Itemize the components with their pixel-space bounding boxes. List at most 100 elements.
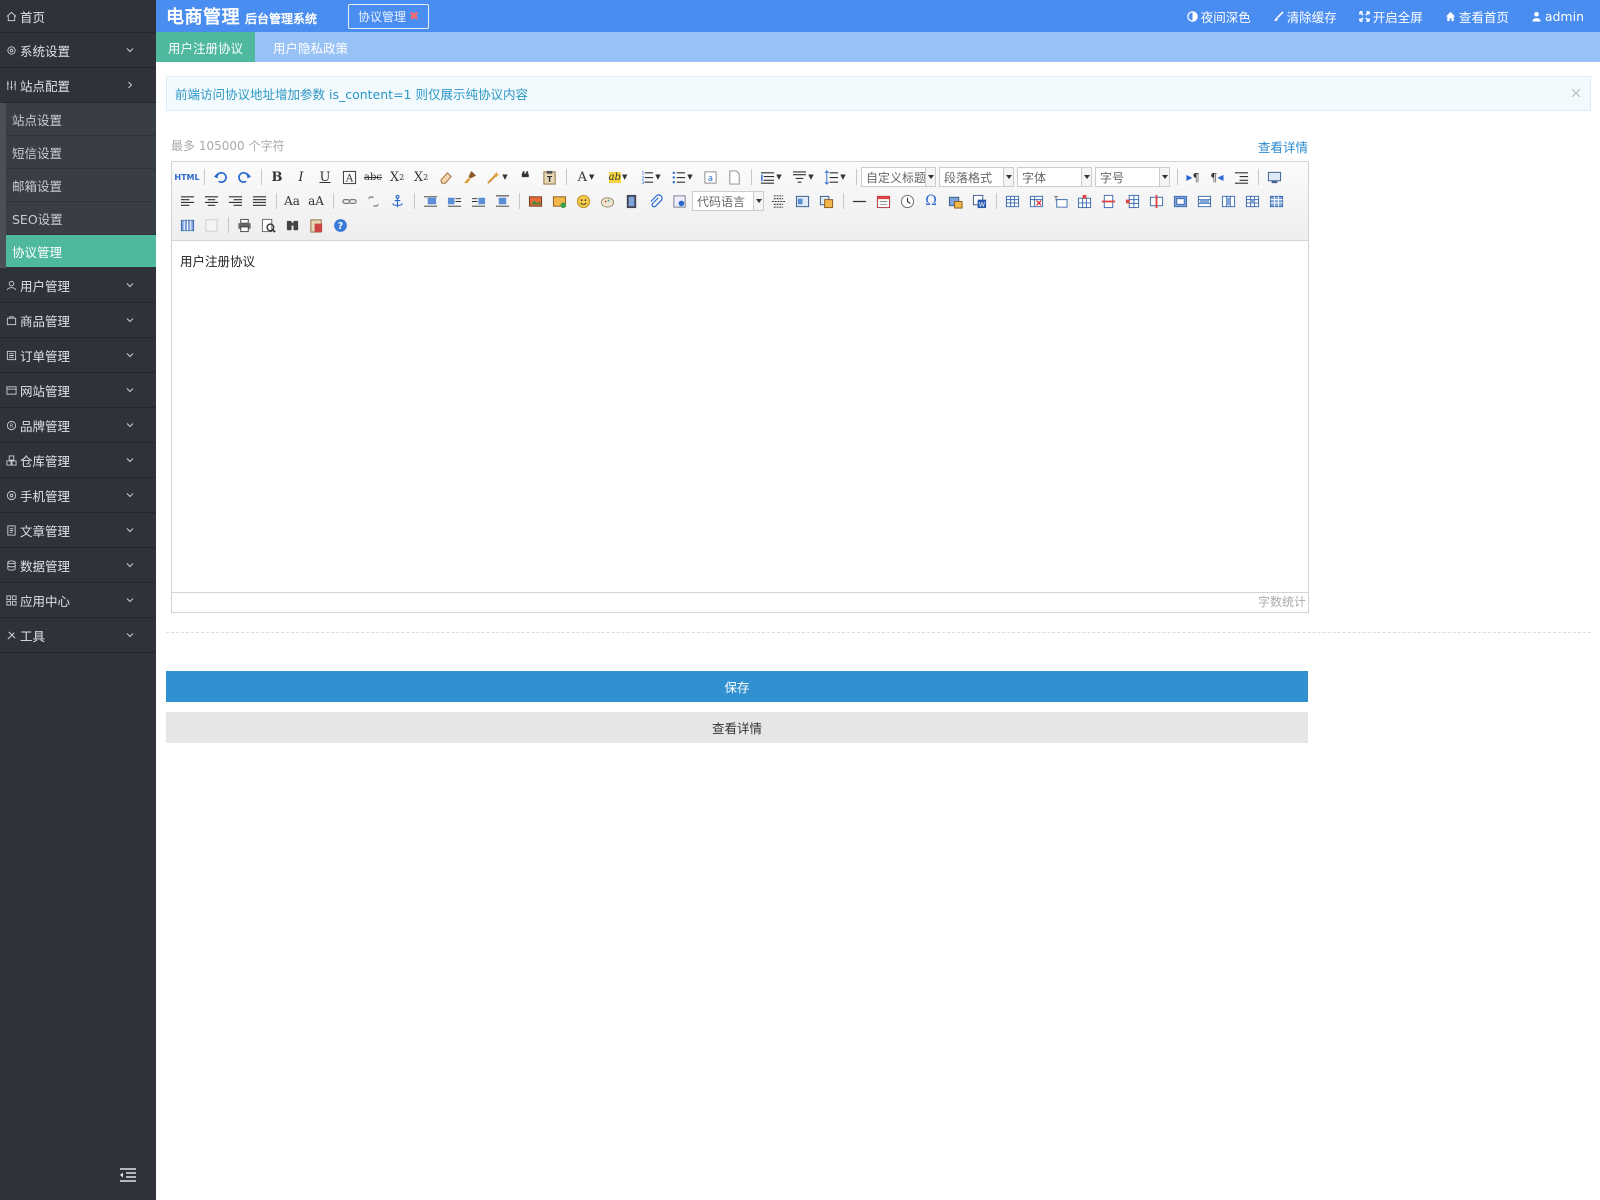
background-color-icon[interactable]: ab ▼ xyxy=(603,167,633,187)
insert-video-icon[interactable] xyxy=(620,191,642,211)
font-size-select[interactable]: 字号 xyxy=(1095,167,1170,187)
print-icon[interactable] xyxy=(233,215,255,235)
font-family-select[interactable]: 字体 xyxy=(1017,167,1092,187)
underline-icon[interactable]: U xyxy=(314,167,336,187)
map-icon[interactable] xyxy=(668,191,690,211)
split-cells-icon[interactable] xyxy=(1241,191,1263,211)
view-detail-button[interactable]: 查看详情 xyxy=(166,712,1308,743)
tab-user-registration-agreement[interactable]: 用户注册协议 xyxy=(156,32,256,62)
sidebar-item-site-config[interactable]: 站点配置 xyxy=(0,68,156,103)
editor-content[interactable]: 用户注册协议 xyxy=(172,241,1308,592)
link-icon[interactable] xyxy=(338,191,360,211)
line-height-icon[interactable]: ▼ xyxy=(820,167,850,187)
insert-date-icon[interactable] xyxy=(872,191,894,211)
sidebar-item-website[interactable]: 网站管理 xyxy=(0,373,156,408)
user-menu-button[interactable]: admin xyxy=(1531,9,1584,24)
background-icon[interactable] xyxy=(815,191,837,211)
sidebar-item-system-settings[interactable]: 系统设置 xyxy=(0,33,156,68)
image-center-icon[interactable] xyxy=(491,191,513,211)
sidebar-item-data[interactable]: 数据管理 xyxy=(0,548,156,583)
search-replace-icon[interactable] xyxy=(281,215,303,235)
unlink-icon[interactable] xyxy=(362,191,384,211)
fullscreen-editor-icon[interactable] xyxy=(1263,167,1285,187)
sidebar-subitem-email[interactable]: 邮箱设置 xyxy=(6,169,156,202)
align-left-icon[interactable] xyxy=(176,191,198,211)
drafts-icon[interactable] xyxy=(305,215,327,235)
tab-user-privacy-policy[interactable]: 用户隐私政策 xyxy=(255,32,360,62)
anchor-icon[interactable] xyxy=(386,191,408,211)
save-button[interactable]: 保存 xyxy=(166,671,1308,702)
clear-doc-icon[interactable] xyxy=(723,167,745,187)
font-border-icon[interactable]: A xyxy=(338,167,360,187)
split-rows-icon[interactable] xyxy=(1265,191,1287,211)
delete-row-icon[interactable] xyxy=(1097,191,1119,211)
sidebar-item-tools[interactable]: 工具 xyxy=(0,618,156,653)
auto-typeset-icon[interactable]: ▼ xyxy=(482,167,512,187)
align-right-icon[interactable] xyxy=(224,191,246,211)
special-chars-icon[interactable]: Ω xyxy=(920,191,942,211)
simple-upload-icon[interactable] xyxy=(524,191,546,211)
italic-icon[interactable]: I xyxy=(290,167,312,187)
blockquote-icon[interactable]: ❝ xyxy=(514,167,536,187)
insert-time-icon[interactable] xyxy=(896,191,918,211)
image-none-icon[interactable] xyxy=(419,191,441,211)
merge-down-icon[interactable] xyxy=(1217,191,1239,211)
night-mode-button[interactable]: 夜间深色 xyxy=(1187,7,1251,26)
sidebar-item-articles[interactable]: 文章管理 xyxy=(0,513,156,548)
sidebar-item-apps[interactable]: 应用中心 xyxy=(0,583,156,618)
direction-rtl-icon[interactable]: ¶ ◀ xyxy=(1206,167,1228,187)
paragraph-format-select[interactable]: 段落格式 xyxy=(939,167,1014,187)
sidebar-item-warehouse[interactable]: 仓库管理 xyxy=(0,443,156,478)
superscript-icon[interactable]: X2 xyxy=(386,167,408,187)
fullscreen-button[interactable]: 开启全屏 xyxy=(1358,7,1423,26)
close-icon[interactable]: ✖ xyxy=(409,9,419,23)
row-spacing-bottom-icon[interactable]: ▼ xyxy=(788,167,818,187)
close-icon[interactable] xyxy=(1570,87,1582,99)
custom-title-select[interactable]: 自定义标题 xyxy=(861,167,936,187)
insert-col-icon[interactable] xyxy=(1121,191,1143,211)
sidebar-subitem-site[interactable]: 站点设置 xyxy=(6,103,156,136)
sidebar-subitem-seo[interactable]: SEO设置 xyxy=(6,202,156,235)
row-spacing-top-icon[interactable]: ▼ xyxy=(756,167,786,187)
to-uppercase-icon[interactable]: Aa xyxy=(281,191,303,211)
strikethrough-icon[interactable]: abc xyxy=(362,167,384,187)
font-color-icon[interactable]: A ▼ xyxy=(571,167,601,187)
select-all-icon[interactable]: a xyxy=(699,167,721,187)
image-right-icon[interactable] xyxy=(467,191,489,211)
code-language-select[interactable]: 代码语言 xyxy=(692,191,764,211)
insert-image-icon[interactable] xyxy=(548,191,570,211)
attachment-icon[interactable] xyxy=(644,191,666,211)
sidebar-item-products[interactable]: 商品管理 xyxy=(0,303,156,338)
image-left-icon[interactable] xyxy=(443,191,465,211)
chart-icon[interactable] xyxy=(200,215,222,235)
open-page-tab[interactable]: 协议管理 ✖ xyxy=(348,3,430,29)
split-cols-icon[interactable] xyxy=(176,215,198,235)
view-detail-link[interactable]: 查看详情 xyxy=(1258,137,1308,156)
indent-icon[interactable] xyxy=(1230,167,1252,187)
subscript-icon[interactable]: X2 xyxy=(410,167,432,187)
merge-cells-icon[interactable] xyxy=(1169,191,1191,211)
format-painter-icon[interactable] xyxy=(458,167,480,187)
template-icon[interactable] xyxy=(791,191,813,211)
align-center-icon[interactable] xyxy=(200,191,222,211)
scrawl-icon[interactable] xyxy=(596,191,618,211)
delete-table-icon[interactable] xyxy=(1025,191,1047,211)
delete-col-icon[interactable] xyxy=(1145,191,1167,211)
clear-cache-button[interactable]: 清除缓存 xyxy=(1273,7,1337,26)
bold-icon[interactable]: B xyxy=(266,167,288,187)
horizontal-rule-icon[interactable] xyxy=(848,191,870,211)
page-break-icon[interactable] xyxy=(767,191,789,211)
undo-icon[interactable] xyxy=(209,167,231,187)
direction-ltr-icon[interactable]: ▶ ¶ xyxy=(1182,167,1204,187)
to-lowercase-icon[interactable]: aA xyxy=(305,191,327,211)
remove-format-icon[interactable] xyxy=(434,167,456,187)
word-image-icon[interactable] xyxy=(944,191,966,211)
emotion-icon[interactable] xyxy=(572,191,594,211)
insert-table-icon[interactable] xyxy=(1001,191,1023,211)
unordered-list-icon[interactable]: ▼ xyxy=(667,167,697,187)
word-paste-icon[interactable]: W xyxy=(968,191,990,211)
merge-right-icon[interactable] xyxy=(1193,191,1215,211)
help-icon[interactable]: ? xyxy=(329,215,351,235)
sidebar-subitem-sms[interactable]: 短信设置 xyxy=(6,136,156,169)
sidebar-item-users[interactable]: 用户管理 xyxy=(0,268,156,303)
